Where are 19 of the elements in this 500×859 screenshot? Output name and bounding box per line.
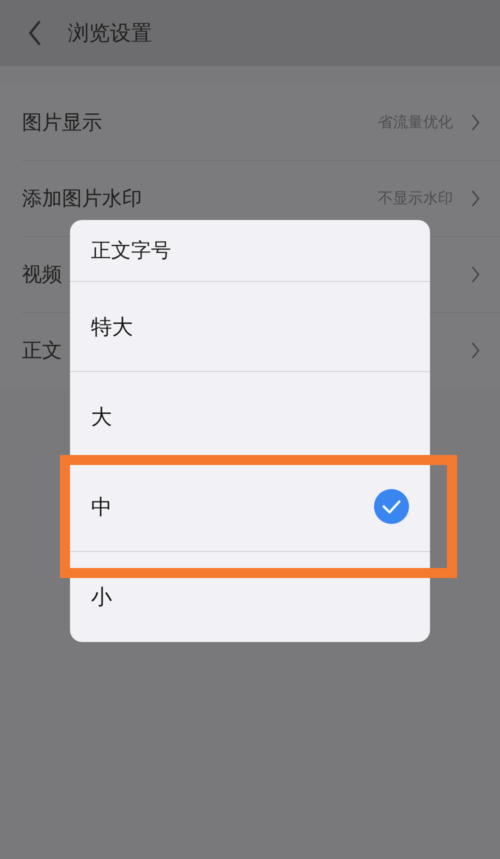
option-label: 大 <box>91 404 112 430</box>
option-label: 特大 <box>91 314 133 340</box>
chevron-icon <box>471 342 480 359</box>
option-item[interactable]: 小 <box>70 552 430 641</box>
setting-label: 正文 <box>22 337 62 364</box>
chevron-icon <box>471 190 480 207</box>
option-item[interactable]: 特大 <box>70 282 430 372</box>
option-label: 小 <box>91 584 112 610</box>
setting-label: 视频 <box>22 261 62 288</box>
page-title: 浏览设置 <box>68 20 152 47</box>
back-icon[interactable] <box>28 20 42 46</box>
setting-label: 添加图片水印 <box>22 185 142 212</box>
option-item[interactable]: 大 <box>70 372 430 462</box>
option-label: 中 <box>91 494 112 520</box>
setting-label: 图片显示 <box>22 109 102 136</box>
dialog-title: 正文字号 <box>70 220 430 282</box>
chevron-icon <box>471 266 480 283</box>
option-item[interactable]: 中 <box>70 462 430 552</box>
chevron-icon <box>471 114 480 131</box>
